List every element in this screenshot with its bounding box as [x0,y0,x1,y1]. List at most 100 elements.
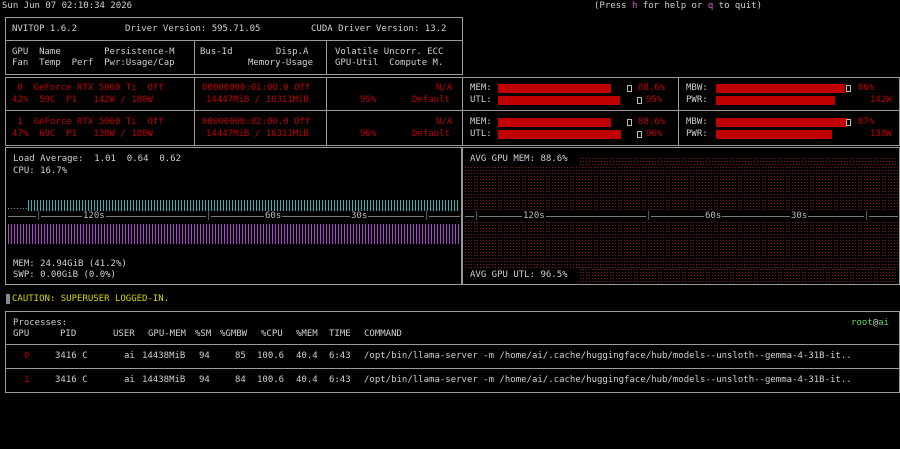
proc-command: /opt/bin/llama-server -m /home/ai/.cache… [364,375,852,385]
proc-command: /opt/bin/llama-server -m /home/ai/.cache… [364,351,852,361]
col-header-bus-2: Memory-Usage [248,58,314,68]
avg-gpu-mem: AVG GPU MEM: 88.6% [470,154,568,164]
host-axis-marker: | [424,211,430,222]
gpu1-name: 1 GeForce RTX 5060 Ti Off [12,117,164,127]
user-host: root@ai [851,318,889,328]
gpu1-mem-label: MEM: [470,117,492,127]
host-axis-marker: | [36,211,42,222]
proc-gmbw: 85 [235,351,246,361]
gpu0-utl-bar-cap [637,97,642,104]
gpu0-mbw-bar-cap [846,85,851,92]
col-cpu[interactable]: %CPU [261,329,283,340]
proc-pid: 3416 C [55,375,88,385]
driver-version: Driver Version: 595.71.05 [125,24,261,34]
gpu0-mem-pct: 88.6% [638,83,666,93]
proc-cpu: 100.6 [257,375,285,385]
cpu-history-baseline [8,208,28,209]
col-mem[interactable]: %MEM [296,329,318,340]
gpu1-utl-pct: 96% [646,129,663,139]
gpu1-mbw-bar [716,118,847,127]
host-axis-marker: | [206,211,212,222]
gpu1-pwr-val: 138W [870,129,892,139]
col-gpu-mem[interactable]: GPU-MEM [148,329,186,340]
gpu-tick-30s: 30s [790,211,809,222]
mem-history-graph [8,224,460,244]
col-header-util-2: GPU-Util Compute M. [335,58,444,68]
proc-user: ai [124,375,135,385]
cuda-version: CUDA Driver Version: 13.2 [311,24,447,34]
gpu1-util: 96% [360,129,377,139]
proc-gpu: 1 [24,375,30,385]
proc-user: ai [124,351,135,361]
gpu1-stats: 47% 69C P1 138W / 180W [12,129,153,139]
col-sm[interactable]: %SM [195,329,211,340]
proc-sm: 94 [199,351,210,361]
proc-mem: 40.4 [296,375,318,385]
gpu0-util: 95% [360,95,377,105]
gpu1-utl-bar-cap [637,131,642,138]
proc-sm: 94 [199,375,210,385]
gpu0-utl-label: UTL: [470,95,492,105]
load-average: Load Average: 1.01 0.64 0.62 [13,154,181,164]
proc-gpu: 0 [24,351,30,361]
proc-mem: 40.4 [296,351,318,361]
gpu1-mem-pct: 88.6% [638,117,666,127]
col-header-gpu-2: Fan Temp Perf Pwr:Usage/Cap [12,58,175,68]
gpu0-mbw-label: MBW: [686,83,708,93]
avg-gpu-util: AVG GPU UTL: 96.5% [470,270,568,281]
gpu1-utl-label: UTL: [470,129,492,139]
host-tick-120s: 120s [82,211,106,222]
host-swap-text: SWP: 0.00GiB (0.0%) [13,270,116,280]
gpu1-mem-bar-cap [627,119,632,126]
cursor-block [6,294,10,304]
gpu0-pwr-val: 142W [870,95,892,105]
col-time[interactable]: TIME [329,329,351,340]
gpu1-compute-mode: Default [412,129,450,139]
gpu-tick-120s: 120s [522,211,546,222]
col-gmbw[interactable]: %GMBW [220,329,247,340]
col-header-bus-1: Bus-Id Disp.A [200,47,309,57]
processes-header-row: GPU PID USER GPU-MEM %SM %GMBW %CPU %MEM… [0,329,900,340]
gpu0-pwr-bar [716,96,835,105]
gpu0-utl-pct: 95% [646,95,663,105]
datetime: Sun Jun 07 02:10:34 2026 [2,1,133,11]
col-header-util-1: Volatile Uncorr. ECC [335,47,444,57]
process-row[interactable]: 1 3416 C ai 14438MiB 94 84 100.6 40.4 6:… [0,375,900,386]
col-gpu[interactable]: GPU [13,329,29,340]
gpu-axis-marker: | [646,211,652,222]
cpu-usage: CPU: 16.7% [13,166,68,176]
processes-title: Processes: [13,318,68,328]
gpu1-mem-bar [498,118,611,127]
gpu0-utl-bar [498,96,620,105]
gpu-mem-history-graph [580,157,898,165]
gpu1-mbw-label: MBW: [686,117,708,127]
gpu-tick-60s: 60s [704,211,723,222]
col-user[interactable]: USER [113,329,135,340]
gpu1-ecc: N/A [436,117,453,127]
col-command[interactable]: COMMAND [364,329,402,340]
gpu0-mem-bar [498,84,611,93]
host-time-axis [8,216,460,217]
proc-time: 6:43 [329,351,351,361]
gpu0-pwr-label: PWR: [686,95,708,105]
col-pid[interactable]: PID [60,329,76,340]
gpu0-mem-bar-cap [627,85,632,92]
proc-gmbw: 84 [235,375,246,385]
cpu-history-graph [28,200,460,211]
gpu0-name: 0 GeForce RTX 5060 Ti Off [12,83,164,93]
proc-pid: 3416 C [55,351,88,361]
gpu1-pwr-label: PWR: [686,129,708,139]
nvitop-version: NVITOP 1.6.2 [12,24,78,34]
col-header-gpu-1: GPU Name Persistence-M [12,47,175,57]
gpu1-utl-bar [498,130,621,139]
proc-gpu-mem: 14438MiB [142,375,186,385]
gpu1-memory: 14447MiB / 16311MiB [206,129,309,139]
gpu-util-history-graph-tail [580,269,898,282]
gpu-axis-marker: | [864,211,870,222]
gpu0-mbw-bar [716,84,845,93]
help-hint: (Press h for help or q to quit) [594,1,763,11]
process-row[interactable]: 0 3416 C ai 14438MiB 94 85 100.6 40.4 6:… [0,351,900,362]
gpu0-stats: 42% 59C P1 142W / 180W [12,95,153,105]
host-tick-60s: 60s [264,211,283,222]
proc-gpu-mem: 14438MiB [142,351,186,361]
